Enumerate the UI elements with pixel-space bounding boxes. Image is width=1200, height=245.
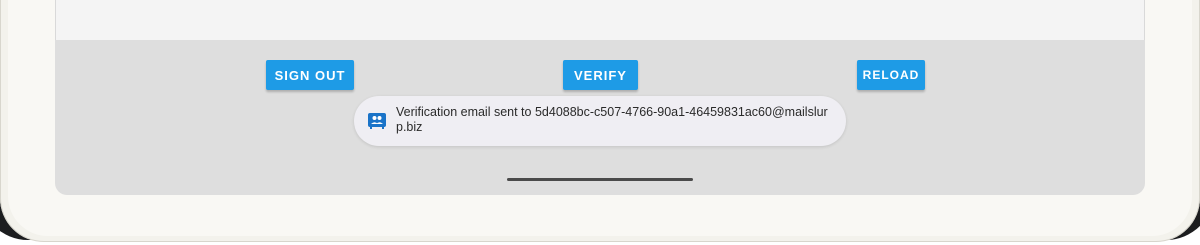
toast-notification: Verification email sent to 5d4088bc-c507… — [354, 96, 846, 146]
app-screen: SIGN OUT VERIFY RELOAD Verification emai… — [55, 0, 1145, 195]
content-area — [55, 0, 1145, 40]
toast-message: Verification email sent to 5d4088bc-c507… — [396, 105, 828, 134]
gesture-navigation-bar[interactable] — [507, 178, 693, 181]
sign-out-button[interactable]: SIGN OUT — [266, 60, 354, 90]
reload-button[interactable]: RELOAD — [857, 60, 925, 90]
verify-button[interactable]: VERIFY — [563, 60, 638, 90]
contacts-app-icon — [368, 112, 386, 130]
